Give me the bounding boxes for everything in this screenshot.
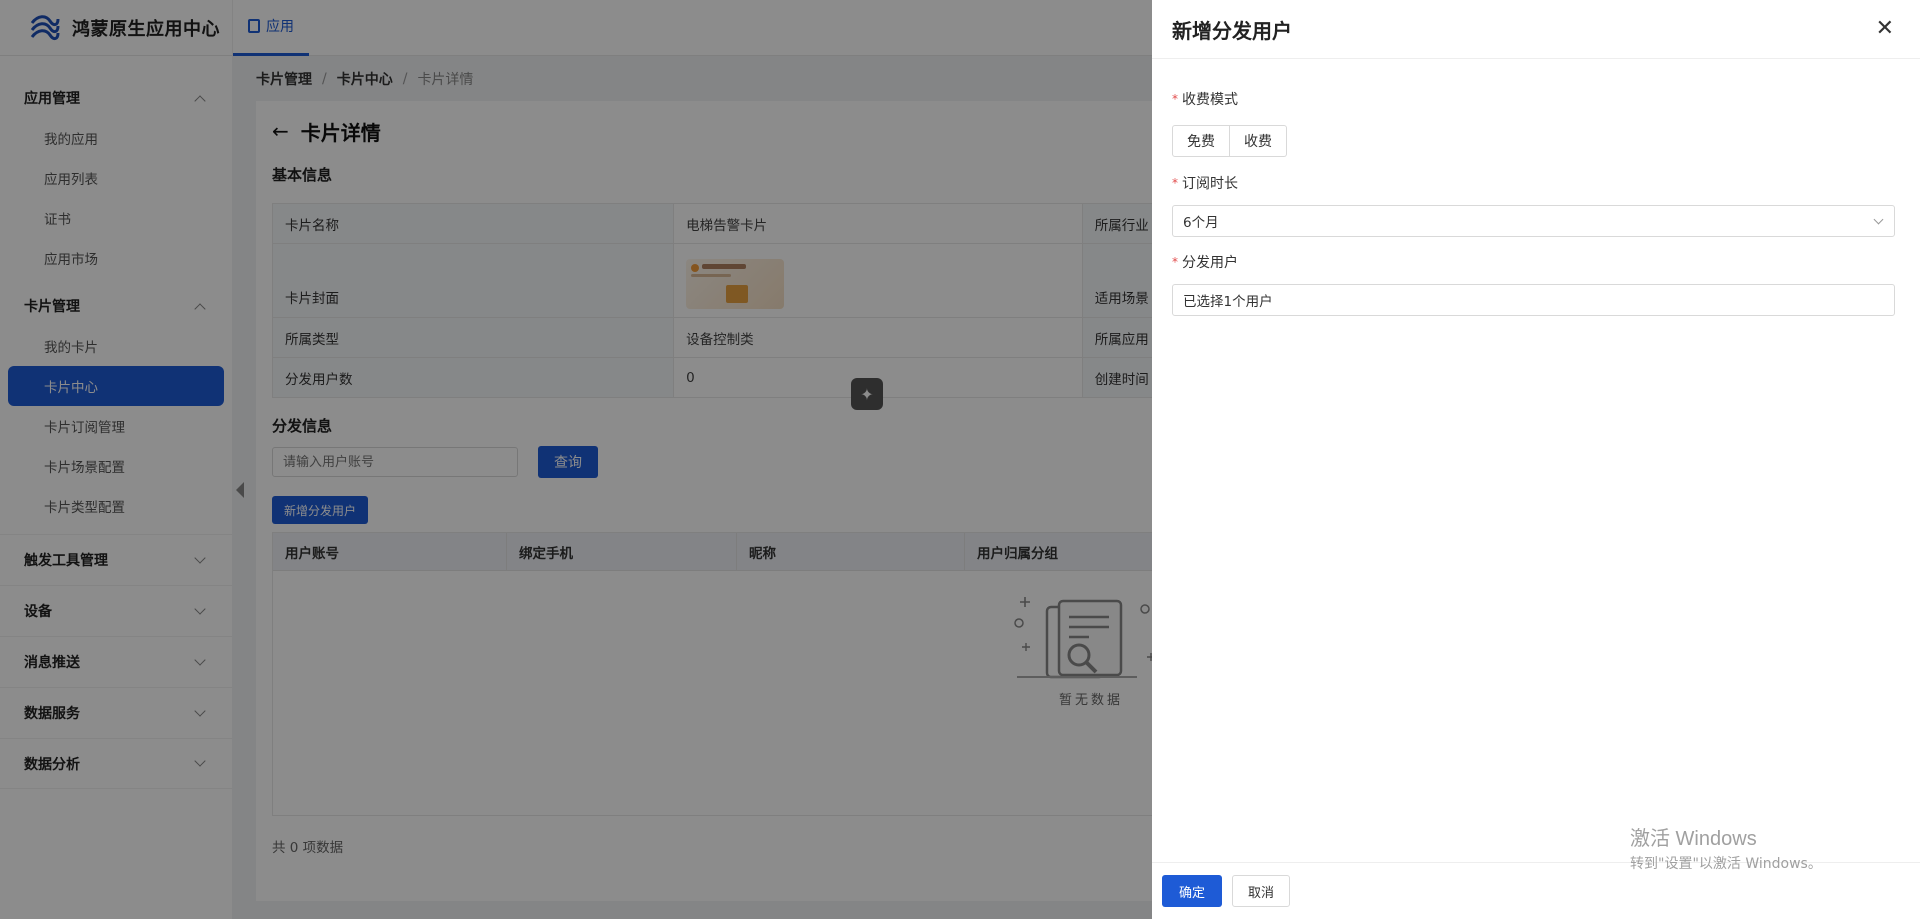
required-mark: * [1172,92,1178,106]
required-mark: * [1172,255,1178,269]
watermark-line2: 转到"设置"以激活 Windows。 [1630,856,1822,872]
charge-mode-segmented: 免费 收费 [1172,125,1895,157]
drawer-form: * 收费模式 免费 收费 * 订阅时长 6个月 * 分发用户 已选择1个用户 [1152,59,1920,316]
drawer-title: 新增分发用户 [1172,18,1292,43]
watermark-line1: 激活 Windows [1630,828,1757,850]
windows-activation-watermark: 激活 Windows 转到"设置"以激活 Windows。 [1630,822,1822,873]
duration-select[interactable]: 6个月 [1172,205,1895,237]
chevron-down-icon [1873,214,1884,224]
cancel-button[interactable]: 取消 [1232,875,1290,907]
charge-option-paid[interactable]: 收费 [1230,125,1287,157]
duration-value: 6个月 [1183,215,1219,231]
duration-label-text: 订阅时长 [1182,176,1238,192]
charge-mode-label: * 收费模式 [1172,89,1895,109]
charge-mode-label-text: 收费模式 [1182,92,1238,108]
add-dist-user-drawer: 新增分发用户 ✕ * 收费模式 免费 收费 * 订阅时长 6个月 * 分发用户 … [1152,0,1920,919]
duration-label: * 订阅时长 [1172,173,1895,193]
required-mark: * [1172,176,1178,190]
charge-option-free[interactable]: 免费 [1172,125,1230,157]
confirm-button[interactable]: 确定 [1162,875,1222,907]
dist-users-field[interactable]: 已选择1个用户 [1172,284,1895,316]
dist-users-label: * 分发用户 [1172,252,1895,272]
drawer-header: 新增分发用户 ✕ [1152,0,1920,59]
dist-users-label-text: 分发用户 [1182,255,1238,271]
close-icon[interactable]: ✕ [1876,18,1894,40]
modal-overlay[interactable] [0,0,1152,919]
dist-users-value: 已选择1个用户 [1183,294,1273,310]
